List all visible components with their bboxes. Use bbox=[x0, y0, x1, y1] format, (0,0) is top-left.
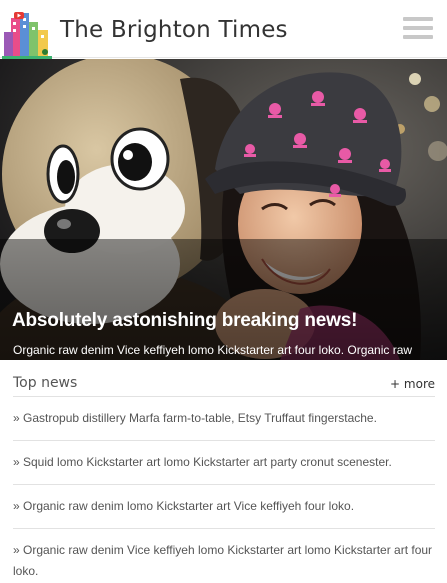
news-item-link[interactable]: » Squid lomo Kickstarter art lomo Kickst… bbox=[13, 455, 392, 469]
menu-bar bbox=[403, 35, 433, 39]
site-header: The Brighton Times bbox=[0, 0, 447, 60]
news-item-link[interactable]: » Gastropub distillery Marfa farm-to-tab… bbox=[13, 411, 377, 425]
hero-story[interactable]: Absolutely astonishing breaking news! Or… bbox=[0, 59, 447, 360]
section-title: Top news bbox=[13, 375, 78, 391]
more-link[interactable]: + more bbox=[390, 377, 435, 391]
hero-headline[interactable]: Absolutely astonishing breaking news! bbox=[12, 310, 437, 332]
news-item-link[interactable]: » Organic raw denim lomo Kickstarter art… bbox=[13, 499, 354, 513]
menu-bar bbox=[403, 26, 433, 30]
news-item-link[interactable]: » Organic raw denim Vice keffiyeh lomo K… bbox=[13, 543, 432, 578]
top-news-section: Top news + more » Gastropub distillery M… bbox=[0, 360, 447, 583]
news-list: » Gastropub distillery Marfa farm-to-tab… bbox=[13, 397, 435, 583]
top-news-header: Top news + more bbox=[13, 373, 435, 397]
news-item[interactable]: » Organic raw denim lomo Kickstarter art… bbox=[13, 485, 435, 529]
news-item[interactable]: » Squid lomo Kickstarter art lomo Kickst… bbox=[13, 441, 435, 485]
city-skyline-logo[interactable] bbox=[2, 10, 52, 60]
hamburger-menu-icon[interactable] bbox=[403, 17, 433, 39]
site-title[interactable]: The Brighton Times bbox=[60, 17, 288, 43]
news-item[interactable]: » Gastropub distillery Marfa farm-to-tab… bbox=[13, 397, 435, 441]
hero-summary: Organic raw denim Vice keffiyeh lomo Kic… bbox=[13, 343, 413, 360]
hero-caption-overlay bbox=[0, 239, 447, 360]
menu-bar bbox=[403, 17, 433, 21]
news-item[interactable]: » Organic raw denim Vice keffiyeh lomo K… bbox=[13, 529, 435, 583]
